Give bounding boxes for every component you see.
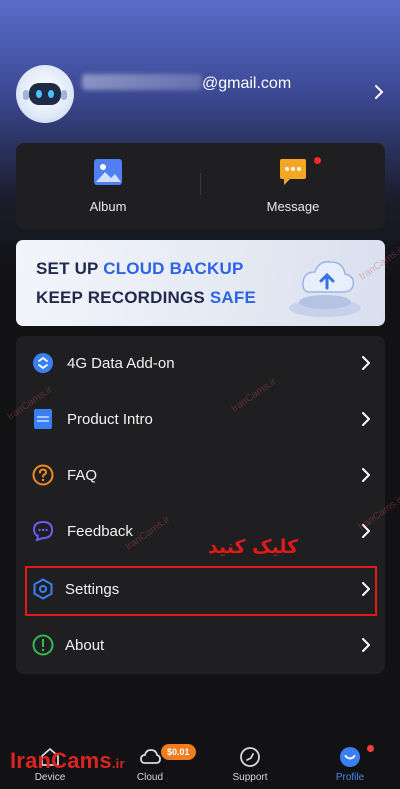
menu-item-faq[interactable]: FAQ <box>16 448 385 504</box>
logo-main-text: IranCams <box>10 748 112 773</box>
banner-line-1-prefix: SET UP <box>36 259 104 278</box>
avatar[interactable] <box>16 65 74 123</box>
robot-avatar-icon <box>23 83 67 105</box>
notification-dot <box>367 745 374 752</box>
chevron-right-icon <box>362 582 370 596</box>
account-email[interactable]: @gmail.com <box>82 74 291 93</box>
irancams-logo-watermark: IranCams.ir <box>10 748 125 774</box>
email-username-redacted <box>82 74 202 90</box>
data-addon-icon <box>33 353 53 373</box>
menu-label: About <box>65 637 105 654</box>
message-icon <box>278 157 308 187</box>
banner-line-1-highlight: CLOUD BACKUP <box>103 259 244 278</box>
nav-profile[interactable]: Profile <box>300 737 400 789</box>
info-icon <box>32 634 54 656</box>
click-here-annotation: کلیک کنید <box>208 536 299 558</box>
menu-label: Feedback <box>67 523 133 540</box>
hexagon-settings-icon <box>33 578 53 600</box>
menu-label: 4G Data Add-on <box>67 355 175 372</box>
menu-label: Product Intro <box>67 411 153 428</box>
message-button[interactable]: Message <box>201 157 385 214</box>
cloud-price-badge: $0.01 <box>161 744 196 760</box>
menu-list: 4G Data Add-on Product Intro FAQ Feedbac… <box>16 336 385 674</box>
chevron-right-icon <box>362 412 370 426</box>
chevron-right-icon <box>362 638 370 652</box>
album-label: Album <box>89 199 127 214</box>
quick-actions-card: Album Message <box>16 143 385 229</box>
profile-icon <box>339 746 361 768</box>
logo-suffix-text: .ir <box>111 756 125 771</box>
email-domain: @gmail.com <box>202 75 292 92</box>
cloud-upload-illustration-icon <box>289 260 361 317</box>
cloud-icon <box>139 746 161 768</box>
menu-item-feedback[interactable]: Feedback <box>16 504 385 560</box>
nav-label: Support <box>232 772 268 783</box>
menu-label: FAQ <box>67 467 98 484</box>
compass-icon <box>239 746 261 768</box>
notification-dot <box>314 157 321 164</box>
banner-line-2: KEEP RECORDINGS SAFE <box>36 288 256 308</box>
chevron-right-icon[interactable] <box>374 84 384 100</box>
album-button[interactable]: Album <box>16 157 200 214</box>
nav-label: Profile <box>335 772 365 783</box>
question-icon <box>32 464 54 486</box>
banner-line-2-prefix: KEEP RECORDINGS <box>36 288 210 307</box>
menu-label: Settings <box>65 581 120 598</box>
message-label: Message <box>266 199 320 214</box>
banner-line-1: SET UP CLOUD BACKUP <box>36 259 244 279</box>
menu-item-about[interactable]: About <box>16 618 385 674</box>
chevron-right-icon <box>362 356 370 370</box>
document-icon <box>34 409 52 429</box>
banner-line-2-highlight: SAFE <box>209 288 257 307</box>
image-icon <box>93 157 123 187</box>
menu-item-4g-data-addon[interactable]: 4G Data Add-on <box>16 336 385 392</box>
cloud-backup-banner[interactable]: SET UP CLOUD BACKUP KEEP RECORDINGS SAFE <box>16 240 385 326</box>
menu-item-product-intro[interactable]: Product Intro <box>16 392 385 448</box>
chevron-right-icon <box>362 468 370 482</box>
menu-item-settings[interactable]: Settings <box>16 562 385 618</box>
nav-support[interactable]: Support <box>200 737 300 789</box>
chat-bubble-icon <box>32 520 54 542</box>
